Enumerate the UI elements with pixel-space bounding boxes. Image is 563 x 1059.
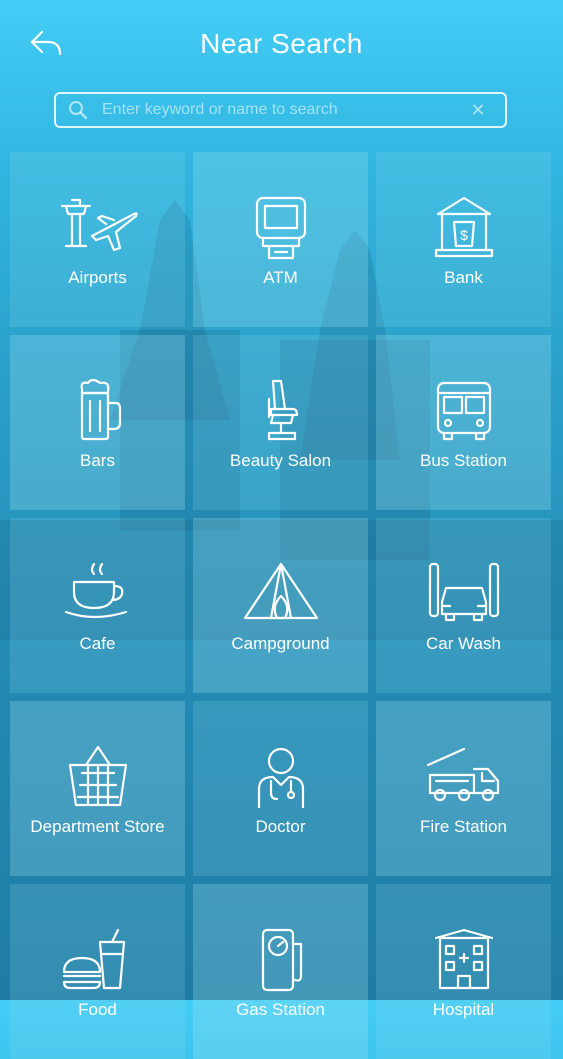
gas-pump-icon <box>261 928 302 992</box>
search-icon <box>69 101 88 120</box>
category-label: Campground <box>231 634 330 653</box>
category-label: Cafe <box>79 634 116 653</box>
airport-icon <box>60 198 138 252</box>
category-beauty-salon[interactable]: Beauty Salon <box>193 335 368 510</box>
atm-icon <box>255 196 306 260</box>
category-label: Beauty Salon <box>229 451 332 470</box>
category-label: Doctor <box>255 817 306 836</box>
car-wash-icon <box>428 562 499 622</box>
hospital-icon <box>434 928 493 990</box>
beer-mug-icon <box>80 378 121 441</box>
category-campground[interactable]: Campground <box>193 518 368 693</box>
category-label: Food <box>78 1000 117 1019</box>
category-department-store[interactable]: Department Store <box>10 701 185 876</box>
category-label: Hospital <box>432 1000 495 1019</box>
category-label: Bus Station <box>420 451 507 470</box>
category-label: Bars <box>80 451 115 470</box>
tent-icon <box>243 562 318 620</box>
category-label: ATM <box>263 268 298 287</box>
category-label: Department Store <box>30 817 165 836</box>
category-label: Bank <box>444 268 483 287</box>
header: Near Search <box>0 0 563 90</box>
burger-drink-icon <box>62 928 125 990</box>
salon-chair-icon <box>267 379 298 441</box>
category-cafe[interactable]: Cafe <box>10 518 185 693</box>
category-bars[interactable]: Bars <box>10 335 185 510</box>
category-bus-station[interactable]: Bus Station <box>376 335 551 510</box>
category-car-wash[interactable]: Car Wash <box>376 518 551 693</box>
category-doctor[interactable]: Doctor <box>193 701 368 876</box>
doctor-icon <box>257 747 304 809</box>
page-title: Near Search <box>200 28 363 59</box>
basket-icon <box>68 745 127 807</box>
category-atm[interactable]: ATM <box>193 152 368 327</box>
coffee-cup-icon <box>64 562 127 619</box>
category-hospital[interactable]: Hospital <box>376 884 551 1059</box>
bank-icon: $ <box>434 196 493 258</box>
category-label: Airports <box>68 268 127 287</box>
svg-text:$: $ <box>460 227 468 243</box>
bus-icon <box>436 381 491 441</box>
category-label: Gas Station <box>236 1000 325 1019</box>
category-label: Fire Station <box>420 817 507 836</box>
category-airports[interactable]: Airports <box>10 152 185 327</box>
category-label: Car Wash <box>426 634 501 653</box>
category-bank[interactable]: $ Bank <box>376 152 551 327</box>
category-food[interactable]: Food <box>10 884 185 1059</box>
search-input[interactable] <box>100 94 467 126</box>
fire-truck-icon <box>426 747 499 802</box>
category-fire-station[interactable]: Fire Station <box>376 701 551 876</box>
category-gas-station[interactable]: Gas Station <box>193 884 368 1059</box>
search-bar: ✕ <box>54 92 507 128</box>
clear-search-button[interactable]: ✕ <box>467 99 489 121</box>
